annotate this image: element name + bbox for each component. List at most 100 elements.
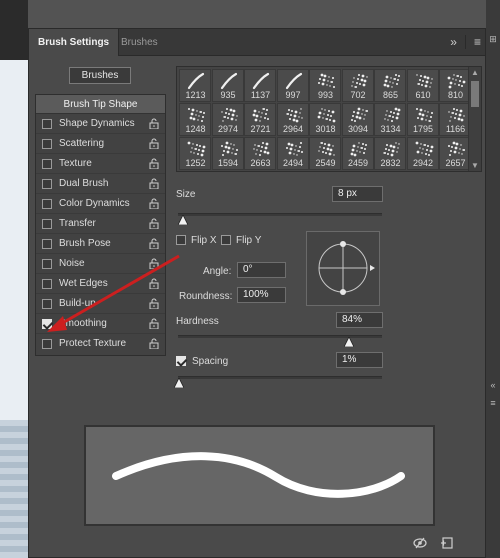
preview-stroke (112, 452, 405, 498)
tab-brushes[interactable]: Brushes (112, 29, 167, 56)
option-checkbox[interactable] (42, 299, 52, 309)
brush-tip-preset[interactable]: 2657 (439, 137, 471, 170)
brush-tip-preset[interactable]: 2494 (276, 137, 309, 170)
brush-tip-preset[interactable]: 997 (276, 69, 309, 102)
brush-tip-preset[interactable]: 3094 (341, 103, 374, 136)
brush-tip-preset[interactable]: 3134 (374, 103, 406, 136)
option-smoothing[interactable]: Smoothing (36, 314, 165, 334)
flip-x-checkbox[interactable] (176, 235, 186, 245)
option-checkbox[interactable] (42, 219, 52, 229)
brush-tip-preset[interactable]: 1795 (406, 103, 439, 136)
brush-tip-preset[interactable]: 2459 (341, 137, 374, 170)
brush-tip-preset[interactable]: 2721 (244, 103, 276, 136)
brush-tip-preset[interactable]: 2964 (276, 103, 309, 136)
tip-grid-scrollbar[interactable]: ▲ ▼ (468, 67, 481, 171)
unlock-icon[interactable] (149, 218, 159, 229)
toolbar-icon[interactable]: ⊞ (488, 34, 498, 44)
toolbar-collapse-icon[interactable]: « (488, 380, 498, 390)
brush-settings-panel: Brush Settings Brushes » ≡ Brushes Brush… (28, 28, 486, 558)
create-new-brush-icon[interactable] (441, 537, 453, 549)
option-checkbox[interactable] (42, 199, 52, 209)
unlock-icon[interactable] (149, 118, 159, 129)
tab-brush-settings[interactable]: Brush Settings (29, 29, 120, 56)
brush-tip-preset[interactable]: 1137 (244, 69, 276, 102)
roundness-input[interactable]: 100% (237, 287, 286, 303)
unlock-icon[interactable] (149, 198, 159, 209)
brush-tip-size: 2494 (282, 158, 304, 168)
option-checkbox[interactable] (42, 279, 52, 289)
scrollbar-thumb[interactable] (471, 81, 479, 107)
brush-tip-thumbnail (220, 107, 238, 122)
brush-tip-preset[interactable]: 610 (406, 69, 439, 102)
spacing-slider-thumb[interactable] (174, 378, 184, 388)
brush-tip-preset[interactable]: 2832 (374, 137, 406, 170)
brush-tip-preset[interactable]: 993 (309, 69, 341, 102)
unlock-icon[interactable] (149, 238, 159, 249)
option-color-dynamics[interactable]: Color Dynamics (36, 194, 165, 214)
toolbar-menu-icon[interactable]: ≡ (488, 398, 498, 408)
flip-y-checkbox[interactable] (221, 235, 231, 245)
option-checkbox[interactable] (42, 119, 52, 129)
hardness-slider-thumb[interactable] (344, 337, 355, 347)
brush-options-list: Brush Tip Shape Shape Dynamics Scattering… (35, 94, 166, 356)
brush-tip-preset[interactable]: 1252 (179, 137, 211, 170)
toggle-live-tip-preview-icon[interactable] (413, 537, 427, 549)
brush-tip-preset[interactable]: 2942 (406, 137, 439, 170)
double-chevron-right-icon[interactable]: » (450, 35, 457, 49)
angle-roundness-widget[interactable] (306, 231, 380, 306)
unlock-icon[interactable] (149, 318, 159, 329)
brush-tip-preset[interactable]: 1213 (179, 69, 211, 102)
option-checkbox[interactable] (42, 319, 52, 329)
unlock-icon[interactable] (149, 258, 159, 269)
unlock-icon[interactable] (149, 298, 159, 309)
option-build-up[interactable]: Build-up (36, 294, 165, 314)
option-checkbox[interactable] (42, 259, 52, 269)
brush-tip-preset[interactable]: 865 (374, 69, 406, 102)
angle-input[interactable]: 0° (237, 262, 286, 278)
size-slider-thumb[interactable] (178, 215, 188, 225)
option-checkbox[interactable] (42, 139, 52, 149)
hardness-input[interactable]: 84% (336, 312, 383, 328)
brush-tip-preset[interactable]: 2549 (309, 137, 341, 170)
option-wet-edges[interactable]: Wet Edges (36, 274, 165, 294)
size-slider-track[interactable] (178, 213, 382, 216)
brush-tip-size: 810 (447, 90, 464, 100)
option-checkbox[interactable] (42, 339, 52, 349)
unlock-icon[interactable] (149, 178, 159, 189)
option-checkbox[interactable] (42, 239, 52, 249)
spacing-slider-track[interactable] (178, 376, 382, 379)
brush-tip-preset[interactable]: 1248 (179, 103, 211, 136)
brush-tip-thumbnail (220, 72, 237, 90)
spacing-input[interactable]: 1% (336, 352, 383, 368)
option-shape-dynamics[interactable]: Shape Dynamics (36, 114, 165, 134)
brush-tip-preset[interactable]: 1594 (211, 137, 244, 170)
scroll-up-icon[interactable]: ▲ (471, 68, 479, 77)
option-texture[interactable]: Texture (36, 154, 165, 174)
brush-tip-preset[interactable]: 1166 (439, 103, 471, 136)
option-transfer[interactable]: Transfer (36, 214, 165, 234)
option-protect-texture[interactable]: Protect Texture (36, 334, 165, 354)
brush-tip-preset[interactable]: 2663 (244, 137, 276, 170)
brush-tip-preset[interactable]: 702 (341, 69, 374, 102)
option-dual-brush[interactable]: Dual Brush (36, 174, 165, 194)
brush-tip-preset[interactable]: 810 (439, 69, 471, 102)
size-input[interactable]: 8 px (332, 186, 383, 202)
unlock-icon[interactable] (149, 138, 159, 149)
brush-tip-preset[interactable]: 2974 (211, 103, 244, 136)
unlock-icon[interactable] (149, 278, 159, 289)
option-brush-pose[interactable]: Brush Pose (36, 234, 165, 254)
brush-tip-preset[interactable]: 935 (211, 69, 244, 102)
option-scattering[interactable]: Scattering (36, 134, 165, 154)
option-brush-tip-shape[interactable]: Brush Tip Shape (36, 95, 165, 114)
brushes-button[interactable]: Brushes (69, 67, 131, 84)
brush-tip-preset[interactable]: 3018 (309, 103, 341, 136)
option-noise[interactable]: Noise (36, 254, 165, 274)
panel-menu-icon[interactable]: ≡ (474, 35, 481, 49)
brush-tip-thumbnail (350, 73, 368, 89)
unlock-icon[interactable] (149, 338, 159, 349)
option-checkbox[interactable] (42, 179, 52, 189)
scroll-down-icon[interactable]: ▼ (471, 161, 479, 170)
option-checkbox[interactable] (42, 159, 52, 169)
unlock-icon[interactable] (149, 158, 159, 169)
spacing-checkbox[interactable] (176, 356, 186, 366)
